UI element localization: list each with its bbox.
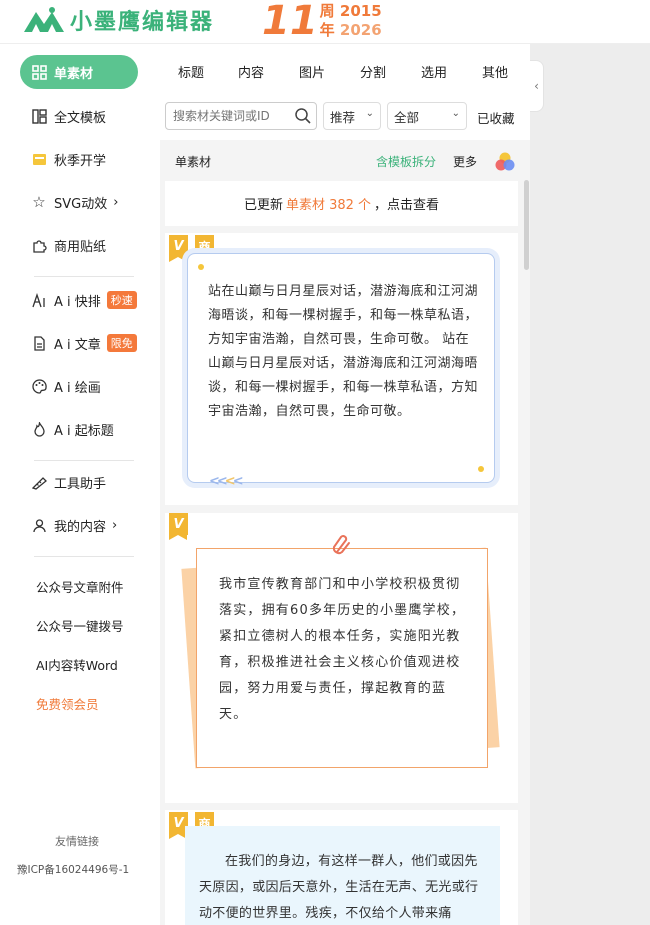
friend-links[interactable]: 友情链接 [55,833,99,849]
tab-divider[interactable]: 分割 [360,62,386,81]
card-text: 站在山巅与日月星辰对话，潜游海底和江河湖海晤谈，和每一棵树握手，和每一株草私语，… [208,284,479,419]
link-one-click-dial[interactable]: 公众号一键拨号 [36,616,124,635]
sidebar-divider [34,460,134,461]
favorites-button[interactable]: 已收藏 [477,108,515,127]
flame-icon [30,420,48,438]
sidebar-item-ai-layout[interactable]: A i 快排 秒速 [20,283,138,317]
book-icon [30,150,48,168]
sidebar-item-svg-animation[interactable]: ☆ SVG动效 › [20,185,138,219]
user-icon [30,516,48,534]
decor-dot [198,264,204,270]
sidebar-item-ai-article[interactable]: A i 文章 限免 [20,326,138,360]
logo-text: 小墨鹰编辑器 [70,10,215,35]
eagle-logo-icon [24,7,64,32]
sidebar-item-label: A i 快排 [54,294,101,310]
decor-dot [478,466,484,472]
anniversary-number: 11 [262,0,318,44]
sidebar-item-label: 工具助手 [54,476,107,492]
search-icon[interactable] [294,107,312,125]
sidebar-divider [34,556,134,557]
card-text: 在我们的身边，有这样一群人，他们或因先天原因，或因后天意外，生活在无声、无光或行… [199,854,479,921]
material-tabs [160,44,530,92]
ruler-icon [30,473,48,491]
chevron-right-icon: › [113,194,119,210]
chevron-right-icon: › [112,517,118,533]
sidebar-item-autumn-school[interactable]: 秋季开学 [20,142,138,176]
sidebar-item-tools[interactable]: 工具助手 [20,465,138,499]
sidebar-item-single-material[interactable]: 单素材 [20,55,138,89]
sidebar-item-stickers[interactable]: 商用贴纸 [20,228,138,262]
promo-badge: 秒速 [106,291,137,309]
sidebar-item-ai-painting[interactable]: A i 绘画 [20,369,138,403]
tab-content[interactable]: 内容 [238,62,264,81]
sidebar-item-my-content[interactable]: 我的内容 › [20,508,138,542]
sidebar-divider [34,276,134,277]
update-count: 单素材 382 个 [285,198,372,213]
chevron-down-icon: ⌄ [365,108,374,119]
sort-value: 推荐 [330,109,356,125]
document-icon [30,334,48,352]
anniversary-bottom: 年 [319,21,335,39]
tab-image[interactable]: 图片 [299,62,325,81]
update-prefix: 已更新 [243,198,283,213]
ai-icon [30,291,48,309]
paperclip-icon [332,535,350,555]
sidebar: 单素材 全文模板 秋季开学 ☆ SVG动效 › 商用贴纸 A i 快排 秒速 A [0,44,160,925]
arrow-decoration: <<<< [209,474,244,489]
template-split-toggle[interactable]: 含模板拆分 [376,153,436,170]
color-palette-icon[interactable] [494,151,516,173]
more-button[interactable]: 更多 [453,153,477,170]
sidebar-item-label: A i 起标题 [54,423,114,439]
grid-icon [30,63,48,81]
sidebar-item-label: 单素材 [54,66,94,82]
sidebar-item-label: A i 文章 [54,337,101,353]
scrollbar[interactable] [524,180,529,270]
sidebar-item-ai-title[interactable]: A i 起标题 [20,412,138,446]
anniversary-labels: 周 2015 年 2026 [320,2,382,40]
vip-badge: V [169,513,188,540]
search-input[interactable] [173,103,297,129]
logo[interactable]: 小墨鹰编辑器 [22,4,214,36]
year-end: 2026 [339,21,382,39]
sort-select[interactable]: 推荐 ⌄ [323,102,381,130]
card-text: 我市宣传教育部门和中小学校积极贯彻落实，拥有60多年历史的小墨鹰学校，紧扣立德树… [219,577,466,722]
tab-selected[interactable]: 选用 [421,62,447,81]
promo-badge: 限免 [106,334,137,352]
app-header: 小墨鹰编辑器 11 周 2015 年 2026 [0,0,650,44]
tab-title[interactable]: 标题 [178,62,204,81]
anniversary-banner: 11 周 2015 年 2026 [262,0,382,42]
chevron-left-icon: ‹ [534,79,539,93]
layout-icon [30,107,48,125]
sidebar-item-label: 全文模板 [54,110,107,126]
icp-number[interactable]: 豫ICP备16024496号-1 [17,862,129,877]
sidebar-item-label: SVG动效 [54,196,108,212]
editor-area [530,44,650,925]
vip-badge: V [169,235,188,262]
subheader-title: 单素材 [175,155,212,169]
sidebar-item-label: 商用贴纸 [54,239,107,255]
tab-other[interactable]: 其他 [482,62,508,81]
star-icon: ☆ [32,193,46,211]
link-article-attachments[interactable]: 公众号文章附件 [36,577,124,596]
sidebar-item-label: A i 绘画 [54,380,101,396]
scope-value: 全部 [394,109,420,125]
update-suffix: ，点击查看 [374,198,440,213]
link-free-membership[interactable]: 免费领会员 [36,694,99,713]
year-start: 2015 [339,2,382,20]
chevron-down-icon: ⌄ [451,108,460,119]
search-box [165,102,317,130]
sidebar-item-label: 我的内容 [54,519,107,535]
sidebar-item-label: 秋季开学 [54,153,107,169]
collapse-panel-button[interactable]: ‹ [530,60,544,112]
anniversary-top: 周 [319,2,335,20]
sidebar-item-full-template[interactable]: 全文模板 [20,99,138,133]
palette-icon [30,377,48,395]
link-ai-to-word[interactable]: AI内容转Word [36,655,118,674]
scope-select[interactable]: 全部 ⌄ [387,102,467,130]
puzzle-icon [30,236,48,254]
update-banner[interactable]: 已更新 单素材 382 个 ，点击查看 [165,181,518,226]
